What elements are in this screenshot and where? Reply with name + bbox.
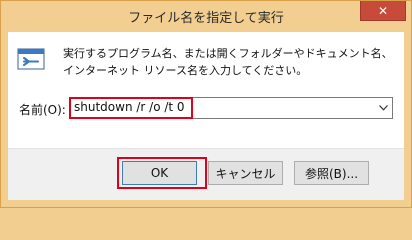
cancel-button[interactable]: キャンセル (208, 161, 283, 185)
ok-button[interactable]: OK (122, 161, 197, 185)
open-combobox[interactable]: shutdown /r /o /t 0 (69, 97, 393, 119)
instruction-text: 実行するプログラム名、または開くフォルダーやドキュメント名、インターネット リソ… (63, 47, 393, 77)
title-bar[interactable]: ファイル名を指定して実行 ✕ (1, 1, 411, 32)
browse-button[interactable]: 参照(B)... (294, 161, 369, 185)
chevron-down-icon (378, 105, 388, 111)
run-dialog-icon (17, 48, 45, 70)
open-label: 名前(O): (19, 103, 66, 117)
close-button[interactable]: ✕ (360, 1, 406, 21)
close-icon: ✕ (377, 3, 389, 18)
dropdown-button[interactable] (374, 98, 392, 118)
window-title: ファイル名を指定して実行 (128, 11, 284, 26)
open-input[interactable]: shutdown /r /o /t 0 (74, 100, 185, 114)
run-dialog-window: ファイル名を指定して実行 ✕ 実行するプログラム名、または開くフォルダーやドキュ… (0, 0, 412, 208)
